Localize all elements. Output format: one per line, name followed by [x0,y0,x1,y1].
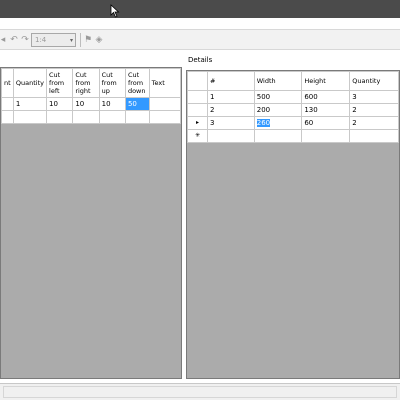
table-row[interactable]: 1 500 600 3 [187,90,399,104]
table-cell[interactable] [253,129,303,143]
zoom-select-value: 1:4 [35,36,47,44]
parts-col-header[interactable]: Cut from right [72,68,100,98]
toolbar: ◂ ↶ ↷ 1:4 ▾ ⚑ ◈ [0,29,400,50]
parts-grid[interactable]: nt Quantity Cut from left Cut from right… [0,67,182,379]
table-cell[interactable]: 1 [206,90,255,104]
chevron-down-icon: ▾ [69,37,73,44]
table-cell[interactable]: 3 [206,116,255,130]
parts-col-header[interactable]: Quantity [12,68,48,98]
table-cell[interactable] [301,129,351,143]
table-cell[interactable]: 10 [46,97,74,111]
details-grid[interactable]: # Width Height Quantity 1 500 600 3 2 20… [186,70,400,379]
table-row[interactable]: 2 200 130 2 [187,103,399,117]
table-cell[interactable] [46,110,74,124]
table-cell[interactable] [1,97,14,111]
table-row-current[interactable]: ▸ 3 260 60 2 [187,116,399,130]
parts-col-header[interactable]: nt [1,68,14,98]
current-row-indicator-icon[interactable]: ▸ [187,116,208,130]
details-table: # Width Height Quantity 1 500 600 3 2 20… [187,71,399,143]
table-cell[interactable]: 130 [301,103,351,117]
details-col-header[interactable]: Height [301,71,351,91]
parts-header-row: nt Quantity Cut from left Cut from right… [1,68,181,98]
table-cell-selected[interactable]: 50 [124,97,150,111]
table-cell[interactable] [12,110,48,124]
status-bar-panel [3,386,397,398]
table-cell[interactable] [124,110,150,124]
status-bar [0,383,400,400]
table-cell-editing[interactable]: 260 [253,116,303,130]
toolbar-separator [80,33,81,47]
table-cell[interactable]: 600 [301,90,351,104]
parts-col-header[interactable]: Cut from left [46,68,74,98]
table-cell[interactable]: 2 [206,103,255,117]
details-header-row: # Width Height Quantity [187,71,399,91]
table-cell[interactable] [72,110,100,124]
window-titlebar [0,0,400,18]
mouse-cursor-icon [110,4,120,18]
selected-text: 260 [256,119,271,127]
table-row[interactable]: 1 10 10 10 50 [1,97,181,111]
details-col-header[interactable]: Quantity [349,71,399,91]
table-row[interactable] [1,110,181,124]
details-col-header[interactable]: # [206,71,255,91]
table-cell[interactable]: 60 [301,116,351,130]
table-cell[interactable]: 10 [72,97,100,111]
table-cell[interactable]: 200 [253,103,303,117]
redo-icon[interactable]: ↷ [19,34,31,46]
table-cell[interactable]: 3 [349,90,399,104]
table-cell[interactable] [148,97,181,111]
table-cell[interactable]: 1 [12,97,48,111]
table-cell[interactable] [349,129,399,143]
table-cell[interactable] [148,110,181,124]
table-cell[interactable] [206,129,255,143]
parts-col-header[interactable]: Cut from up [98,68,126,98]
eraser-icon[interactable]: ◈ [93,34,105,46]
zoom-select[interactable]: 1:4 ▾ [31,33,76,47]
parts-col-header[interactable]: Text [148,68,181,98]
row-header[interactable] [187,103,208,117]
details-col-header[interactable]: Width [253,71,303,91]
row-header[interactable] [187,90,208,104]
new-row-icon[interactable]: ✳ [187,129,208,143]
table-row-new[interactable]: ✳ [187,129,399,143]
table-cell[interactable]: 10 [98,97,126,111]
parts-col-header[interactable]: Cut from down [124,68,150,98]
table-cell[interactable]: 500 [253,90,303,104]
table-cell[interactable] [98,110,126,124]
parts-table: nt Quantity Cut from left Cut from right… [1,68,181,124]
details-label: Details [188,56,213,64]
table-cell[interactable]: 2 [349,103,399,117]
row-header-corner[interactable] [187,71,208,91]
table-cell[interactable] [1,110,14,124]
table-cell[interactable]: 2 [349,116,399,130]
